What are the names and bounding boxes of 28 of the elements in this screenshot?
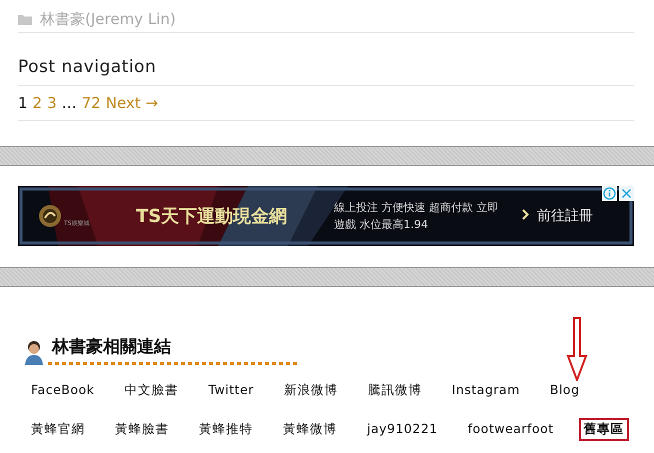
close-icon[interactable] [619, 186, 634, 201]
chevron-icon [522, 209, 529, 220]
link[interactable]: Twitter [203, 379, 259, 402]
link[interactable]: Instagram [446, 379, 525, 402]
arrow-annotation [566, 317, 588, 381]
logo-icon [38, 204, 62, 228]
link[interactable]: 舊專區 [578, 418, 630, 441]
ellipsis: … [62, 94, 77, 112]
link[interactable]: 黃蜂微博 [278, 418, 342, 441]
register-link[interactable]: 前往註冊 [522, 207, 593, 225]
link[interactable]: 新浪微博 [278, 379, 343, 402]
folder-icon [18, 14, 32, 24]
ad-description: 線上投注 方便快速 超商付款 立即遊戲 水位最高1.94 [334, 200, 500, 233]
link[interactable]: 騰訊微博 [362, 379, 427, 402]
link[interactable]: FaceBook [26, 379, 100, 402]
link[interactable]: Blog [544, 379, 585, 402]
widget-title: 林書豪相關連結 [50, 336, 172, 358]
ad-title: TS天下運動現金網 [136, 205, 288, 228]
avatar-icon [22, 339, 46, 365]
link[interactable]: footwearfoot [462, 418, 559, 441]
link[interactable]: 黃蜂官網 [26, 418, 90, 441]
link[interactable]: 黃蜂臉書 [110, 418, 174, 441]
current-page: 1 [18, 94, 28, 112]
section-title: Post navigation [18, 57, 158, 77]
link[interactable]: 中文臉書 [119, 379, 184, 402]
info-icon[interactable] [602, 186, 617, 201]
link[interactable]: 黃蜂推特 [194, 418, 258, 441]
link[interactable]: jay910221 [362, 418, 443, 441]
